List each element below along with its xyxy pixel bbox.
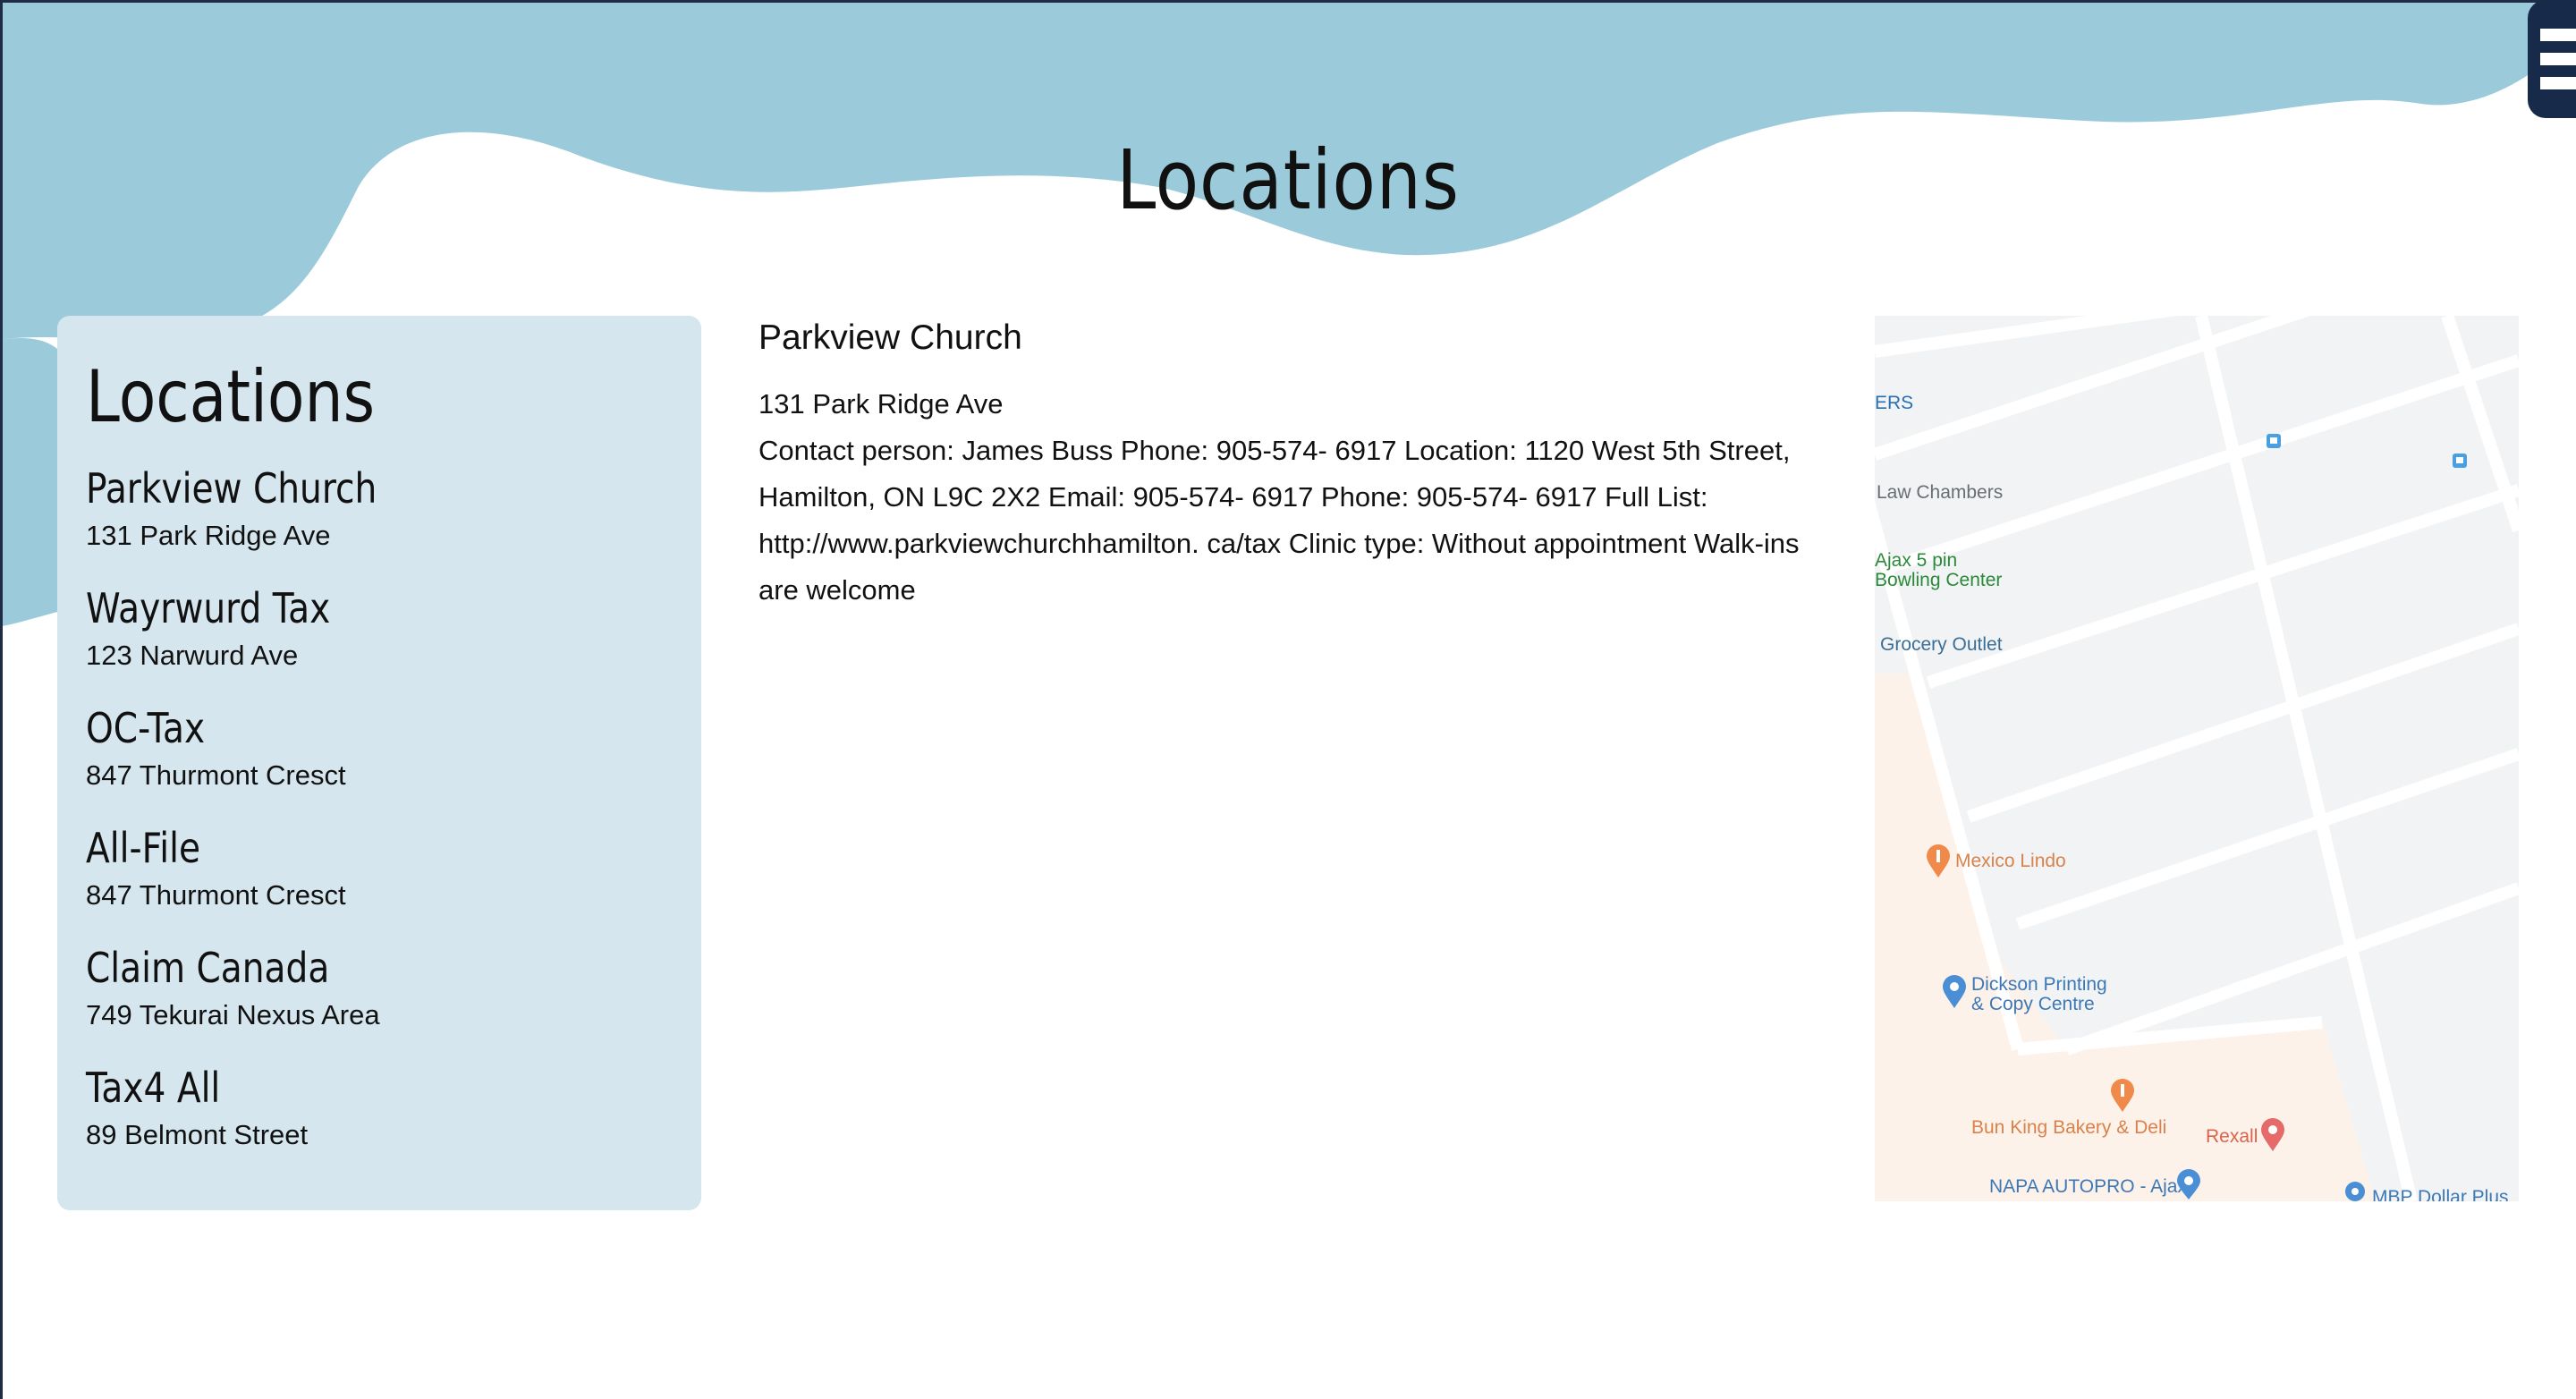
detail-address: 131 Park Ridge Ave: [758, 388, 1004, 420]
sidebar-title: Locations: [86, 355, 376, 438]
shopping-pin-icon: [1943, 975, 1966, 1008]
detail-info: Contact person: James Buss Phone: 905-57…: [758, 435, 1800, 606]
location-name: Tax4 All: [86, 1064, 221, 1112]
pharmacy-pin-icon: [2261, 1118, 2284, 1151]
location-address: 123 Narwurd Ave: [86, 640, 299, 671]
location-map[interactable]: ERS Law Chambers Ajax 5 pin Bowling Cent…: [1875, 316, 2519, 1201]
location-address: 749 Tekurai Nexus Area: [86, 999, 380, 1030]
left-border: [0, 0, 3, 1399]
top-border: [0, 0, 2576, 3]
location-item-tax4-all[interactable]: Tax4 All 89 Belmont Street: [86, 1064, 676, 1151]
location-item-oc-tax[interactable]: OC-Tax 847 Thurmont Cresct: [86, 704, 676, 792]
map-label: Dickson Printing: [1971, 974, 2107, 995]
location-name: Claim Canada: [86, 944, 330, 992]
location-name: Wayrwurd Tax: [86, 584, 331, 632]
location-item-all-file[interactable]: All-File 847 Thurmont Cresct: [86, 824, 676, 911]
location-name: Parkview Church: [86, 464, 377, 513]
restaurant-pin-icon: [1927, 844, 1950, 878]
map-label: MBP Dollar Plus: [2372, 1187, 2509, 1201]
location-name: OC-Tax: [86, 704, 206, 752]
transit-icon: [2453, 454, 2467, 468]
location-address: 89 Belmont Street: [86, 1119, 309, 1150]
location-address: 131 Park Ridge Ave: [86, 520, 331, 551]
detail-name: Parkview Church: [758, 318, 1022, 357]
shopping-pin-icon: [2345, 1182, 2365, 1201]
locations-sidebar: Locations Parkview Church 131 Park Ridge…: [57, 316, 701, 1210]
map-streets: [1875, 316, 2519, 1201]
map-label: NAPA AUTOPRO - Ajax: [1989, 1176, 2187, 1197]
menu-button[interactable]: [2528, 0, 2576, 118]
transit-icon: [2267, 434, 2281, 448]
location-item-claim-canada[interactable]: Claim Canada 749 Tekurai Nexus Area: [86, 944, 676, 1031]
location-item-parkview-church[interactable]: Parkview Church 131 Park Ridge Ave: [86, 464, 676, 552]
map-label: Ajax 5 pin: [1875, 550, 1958, 571]
shopping-pin-icon: [2177, 1169, 2200, 1200]
location-address: 847 Thurmont Cresct: [86, 759, 346, 791]
location-item-wayrwurd-tax[interactable]: Wayrwurd Tax 123 Narwurd Ave: [86, 584, 676, 672]
map-label: ERS: [1875, 393, 1914, 413]
map-label: Bowling Center: [1875, 570, 2003, 590]
location-address: 847 Thurmont Cresct: [86, 879, 346, 911]
location-name: All-File: [86, 824, 201, 872]
map-label: Mexico Lindo: [1955, 851, 2066, 871]
map-label: Grocery Outlet: [1880, 634, 2003, 655]
map-label: & Copy Centre: [1971, 994, 2095, 1014]
restaurant-pin-icon: [2111, 1079, 2134, 1112]
map-label: Bun King Bakery & Deli: [1971, 1117, 2167, 1138]
location-detail: Parkview Church 131 Park Ridge Ave Conta…: [758, 318, 1823, 614]
map-label: Law Chambers: [1877, 482, 2004, 503]
page-title: Locations: [1116, 132, 1460, 228]
map-label: Rexall: [2206, 1126, 2258, 1147]
